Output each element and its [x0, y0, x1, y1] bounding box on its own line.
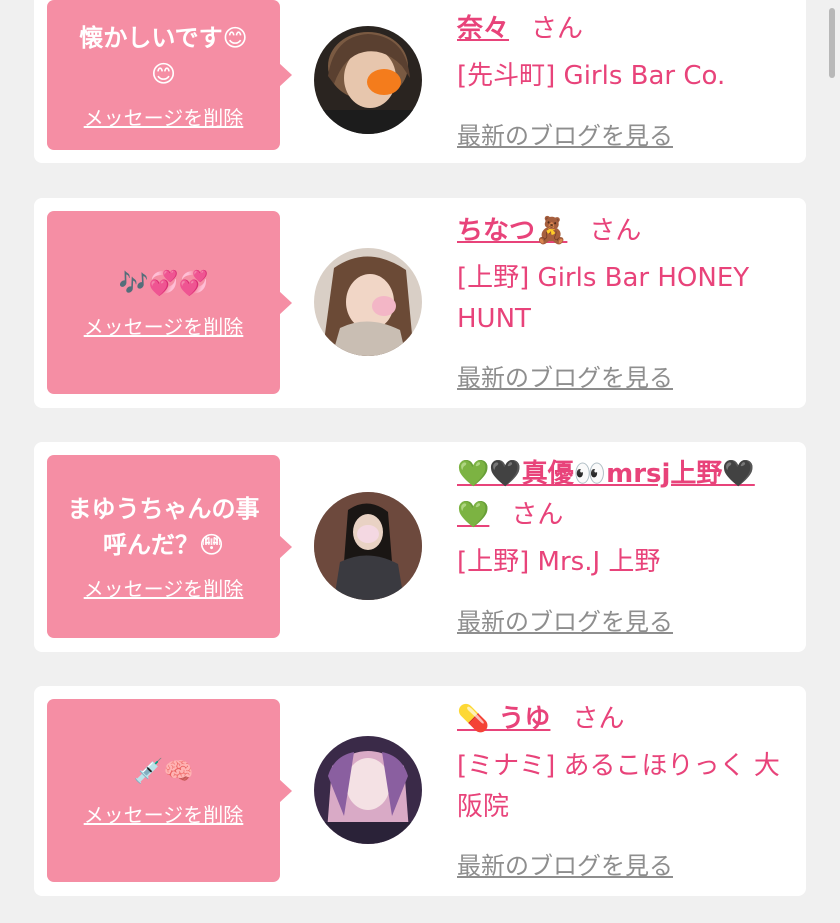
sender-info: 💚🖤真優👀mrsj上野🖤 💚 さん [上野] Mrs.J 上野: [457, 454, 787, 583]
message-bubble: 💉🧠 メッセージを削除: [47, 699, 292, 882]
honorific: さん: [572, 704, 625, 734]
message-text: 懐かしいです😊 😊: [59, 20, 269, 92]
message-text-line: まゆうちゃんの事: [67, 495, 260, 523]
honorific: さん: [511, 500, 564, 530]
avatar[interactable]: [314, 248, 422, 356]
message-text-line: 💉🧠: [133, 757, 194, 785]
latest-blog-link[interactable]: 最新のブログを見る: [457, 358, 673, 393]
message-text: 💉🧠: [59, 753, 269, 789]
sender-info: ちなつ🧸 さん [上野] Girls Bar HONEY HUNT: [457, 211, 787, 340]
message-card: 🎶💞💞 メッセージを削除 ちなつ🧸 さん [上野] Girls Bar HONEY…: [34, 198, 806, 408]
shop-name: [先斗町] Girls Bar Co.: [457, 61, 726, 91]
message-bubble: 🎶💞💞 メッセージを削除: [47, 211, 292, 394]
avatar[interactable]: [314, 26, 422, 134]
avatar[interactable]: [314, 736, 422, 844]
message-bubble: 懐かしいです😊 😊 メッセージを削除: [47, 0, 292, 150]
avatar-photo: [314, 248, 422, 356]
delete-message-link[interactable]: メッセージを削除: [84, 311, 244, 340]
message-text-line: 呼んだ？😳: [102, 531, 225, 559]
shop-name: [上野] Mrs.J 上野: [457, 547, 661, 577]
sender-name-link[interactable]: 💊 うゆ: [457, 704, 550, 734]
sender-name-line: 💊 うゆ さん: [457, 699, 787, 740]
message-text-line: 😊: [150, 59, 177, 88]
message-text-line: 懐かしいです😊: [79, 23, 248, 52]
sender-name-line: ちなつ🧸 さん: [457, 211, 787, 252]
sender-name-link[interactable]: 💚🖤真優👀mrsj上野🖤: [457, 459, 755, 489]
message-text: 🎶💞💞: [59, 265, 269, 301]
sender-name-line: 奈々 さん: [457, 9, 787, 50]
avatar-photo: [314, 492, 422, 600]
message-card: 💉🧠 メッセージを削除 💊 うゆ さん [ミナミ] あるこほりっく 大阪院 最新の…: [34, 686, 806, 896]
sender-info: 奈々 さん [先斗町] Girls Bar Co.: [457, 9, 787, 97]
shop-name: [上野] Girls Bar HONEY HUNT: [457, 263, 750, 334]
shop-name: [ミナミ] あるこほりっく 大阪院: [457, 751, 780, 822]
honorific: さん: [531, 14, 584, 44]
latest-blog-link[interactable]: 最新のブログを見る: [457, 602, 673, 637]
avatar-photo: [314, 26, 422, 134]
sender-name-link[interactable]: 奈々: [457, 14, 509, 44]
message-list-page: 懐かしいです😊 😊 メッセージを削除 奈々 さん [先斗町] Girls Bar …: [0, 0, 840, 923]
latest-blog-link[interactable]: 最新のブログを見る: [457, 116, 673, 151]
delete-message-link[interactable]: メッセージを削除: [84, 102, 244, 131]
scrollbar-thumb[interactable]: [829, 8, 835, 78]
latest-blog-link[interactable]: 最新のブログを見る: [457, 846, 673, 881]
delete-message-link[interactable]: メッセージを削除: [84, 799, 244, 828]
delete-message-link[interactable]: メッセージを削除: [84, 573, 244, 602]
sender-name-line: 💚🖤真優👀mrsj上野🖤 💚 さん: [457, 454, 787, 536]
avatar-photo: [314, 736, 422, 844]
message-card: 懐かしいです😊 😊 メッセージを削除 奈々 さん [先斗町] Girls Bar …: [34, 0, 806, 163]
sender-name-link[interactable]: ちなつ🧸: [457, 216, 567, 246]
honorific: さん: [589, 216, 642, 246]
message-bubble: まゆうちゃんの事 呼んだ？😳 メッセージを削除: [47, 455, 292, 638]
message-text-line: 🎶💞💞: [118, 269, 209, 297]
avatar[interactable]: [314, 492, 422, 600]
message-text: まゆうちゃんの事 呼んだ？😳: [59, 491, 269, 563]
sender-info: 💊 うゆ さん [ミナミ] あるこほりっく 大阪院: [457, 699, 787, 828]
sender-name-link-cont[interactable]: 💚: [457, 500, 489, 530]
message-card: まゆうちゃんの事 呼んだ？😳 メッセージを削除 💚🖤真優👀mrsj上野🖤 💚 さん…: [34, 442, 806, 652]
